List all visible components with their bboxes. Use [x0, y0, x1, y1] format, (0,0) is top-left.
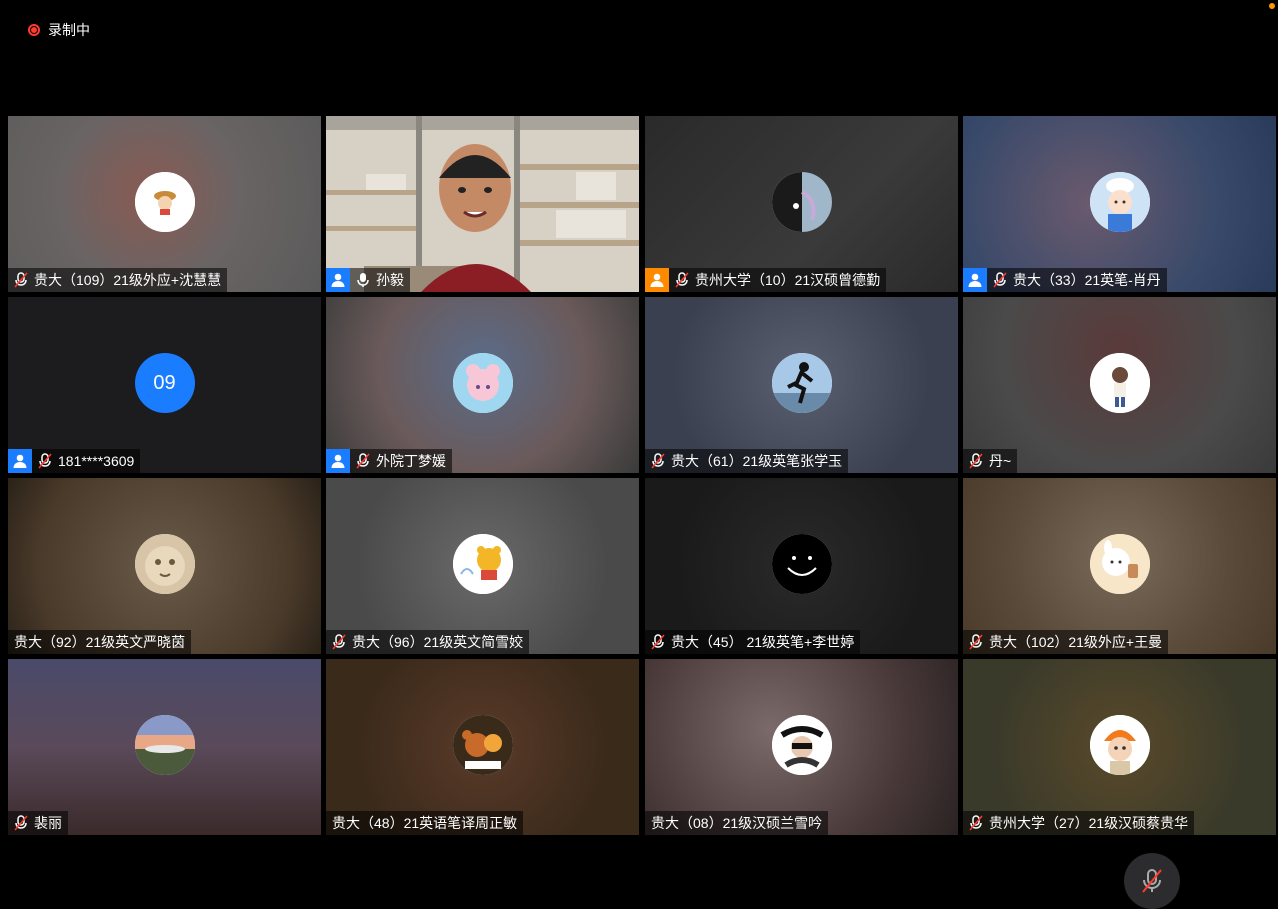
- mic-muted-icon: [967, 633, 985, 651]
- participant-tile[interactable]: 贵大（61）21级英笔张学玉: [645, 297, 958, 473]
- participant-name: 孙毅: [376, 272, 404, 288]
- mic-muted-icon: [649, 633, 667, 651]
- avatar: [134, 534, 195, 594]
- avatar: [1089, 715, 1150, 775]
- mic-muted-icon: [12, 814, 30, 832]
- participant-nameplate: 贵大（109）21级外应+沈慧慧: [8, 268, 228, 292]
- participant-tile[interactable]: 裴丽: [8, 659, 321, 835]
- participant-tile[interactable]: 贵大（08）21级汉硕兰雪吟: [645, 659, 958, 835]
- avatar: [771, 353, 832, 413]
- participant-tile[interactable]: 贵大（92）21级英文严晓茵: [8, 478, 321, 654]
- participant-name: 贵大（96）21级英文简雪姣: [352, 634, 524, 650]
- participant-tile[interactable]: 孙毅: [326, 116, 639, 292]
- participant-name: 贵州大学（27）21级汉硕蔡贵华: [989, 815, 1189, 831]
- participant-nameplate: 外院丁梦媛: [326, 449, 452, 473]
- participant-name: 裴丽: [34, 815, 62, 831]
- mic-muted-icon: [354, 452, 372, 470]
- mic-muted-icon: [36, 452, 54, 470]
- participant-name: 外院丁梦媛: [376, 453, 446, 469]
- recording-indicator: 录制中: [28, 20, 90, 40]
- avatar: [1089, 534, 1150, 594]
- participant-name: 贵大（92）21级英文严晓茵: [14, 634, 186, 650]
- recording-label: 录制中: [48, 22, 90, 38]
- participant-nameplate: 贵大（33）21英笔-肖丹: [963, 268, 1167, 292]
- avatar: [1089, 353, 1150, 413]
- mic-icon: [354, 271, 372, 289]
- participant-nameplate: 贵州大学（10）21汉硕曾德勤: [645, 268, 887, 292]
- participant-grid: 贵大（109）21级外应+沈慧慧 孙毅 贵州大学（10）21汉硕曾德勤 贵大（33）2…: [8, 116, 1278, 836]
- mic-muted-icon: [1142, 869, 1162, 893]
- mic-muted-icon: [649, 452, 667, 470]
- record-icon: [28, 24, 40, 36]
- participant-tile[interactable]: 丹~: [963, 297, 1276, 473]
- person-icon: [326, 449, 350, 473]
- mic-muted-icon: [991, 271, 1009, 289]
- participant-nameplate: 贵大（96）21级英文简雪姣: [326, 630, 530, 654]
- person-icon: [963, 268, 987, 292]
- participant-nameplate: 裴丽: [8, 811, 68, 835]
- person-icon: [645, 268, 669, 292]
- participant-name: 贵大（48）21英语笔译周正敏: [332, 815, 518, 831]
- avatar: [771, 534, 832, 594]
- mute-toggle-button[interactable]: [1124, 853, 1180, 909]
- participant-name: 贵大（109）21级外应+沈慧慧: [34, 272, 222, 288]
- participant-tile[interactable]: 外院丁梦媛: [326, 297, 639, 473]
- participant-nameplate: 贵大（61）21级英笔张学玉: [645, 449, 849, 473]
- mic-muted-icon: [330, 633, 348, 651]
- avatar: 09: [134, 353, 195, 413]
- person-icon: [8, 449, 32, 473]
- participant-nameplate: 181****3609: [8, 449, 141, 473]
- participant-tile[interactable]: 贵大（45） 21级英笔+李世婷: [645, 478, 958, 654]
- participant-tile[interactable]: 贵大（102）21级外应+王曼: [963, 478, 1276, 654]
- participant-nameplate: 贵大（102）21级外应+王曼: [963, 630, 1169, 654]
- participant-name: 贵大（33）21英笔-肖丹: [1013, 272, 1161, 288]
- participant-nameplate: 贵大（45） 21级英笔+李世婷: [645, 630, 861, 654]
- avatar: [134, 715, 195, 775]
- avatar: [452, 534, 513, 594]
- participant-nameplate: 贵大（08）21级汉硕兰雪吟: [645, 811, 829, 835]
- participant-tile[interactable]: 贵大（96）21级英文简雪姣: [326, 478, 639, 654]
- mic-muted-icon: [967, 814, 985, 832]
- mic-muted-icon: [12, 271, 30, 289]
- participant-nameplate: 贵大（48）21英语笔译周正敏: [326, 811, 524, 835]
- participant-tile[interactable]: 贵大（48）21英语笔译周正敏: [326, 659, 639, 835]
- participant-name: 贵大（45） 21级英笔+李世婷: [671, 634, 855, 650]
- avatar: [134, 172, 195, 232]
- mic-muted-icon: [967, 452, 985, 470]
- avatar: [1089, 172, 1150, 232]
- participant-nameplate: 贵州大学（27）21级汉硕蔡贵华: [963, 811, 1195, 835]
- video-feed: [326, 116, 639, 292]
- participant-tile[interactable]: 贵州大学（27）21级汉硕蔡贵华: [963, 659, 1276, 835]
- participant-name: 贵大（08）21级汉硕兰雪吟: [651, 815, 823, 831]
- participant-name: 贵州大学（10）21汉硕曾德勤: [695, 272, 881, 288]
- participant-name: 贵大（102）21级外应+王曼: [989, 634, 1163, 650]
- participant-tile[interactable]: 贵大（33）21英笔-肖丹: [963, 116, 1276, 292]
- mic-muted-icon: [673, 271, 691, 289]
- person-icon: [326, 268, 350, 292]
- avatar: [452, 715, 513, 775]
- participant-tile[interactable]: 09 181****3609: [8, 297, 321, 473]
- participant-name: 贵大（61）21级英笔张学玉: [671, 453, 843, 469]
- avatar: [771, 172, 832, 232]
- participant-nameplate: 孙毅: [326, 268, 410, 292]
- avatar: [771, 715, 832, 775]
- status-dot: [1269, 3, 1275, 9]
- participant-tile[interactable]: 贵大（109）21级外应+沈慧慧: [8, 116, 321, 292]
- participant-nameplate: 丹~: [963, 449, 1018, 473]
- participant-nameplate: 贵大（92）21级英文严晓茵: [8, 630, 192, 654]
- participant-name: 丹~: [989, 453, 1012, 469]
- avatar: [452, 353, 513, 413]
- participant-name: 181****3609: [58, 453, 135, 469]
- participant-tile[interactable]: 贵州大学（10）21汉硕曾德勤: [645, 116, 958, 292]
